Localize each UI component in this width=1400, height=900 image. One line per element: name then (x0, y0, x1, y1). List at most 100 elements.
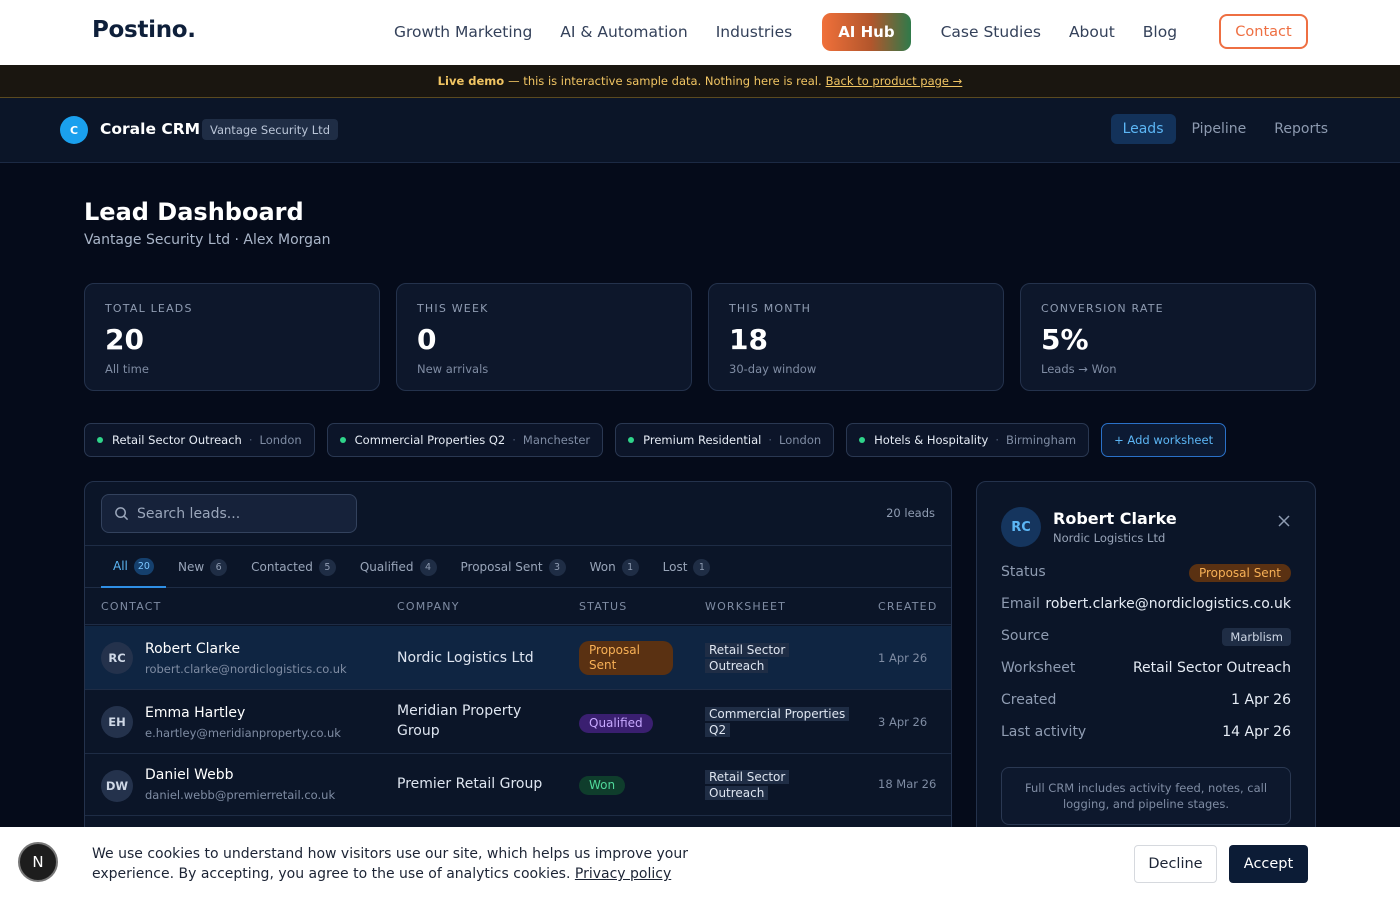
filter-label: Won (589, 560, 616, 574)
back-to-product-link[interactable]: Back to product page → (826, 74, 963, 88)
worksheet-chip-hotels[interactable]: Hotels & Hospitality · Birmingham (846, 423, 1090, 457)
col-company[interactable]: COMPANY (397, 600, 460, 613)
source-tag: Marblism (1222, 628, 1291, 646)
worksheet-name: Commercial Properties Q2 (354, 433, 506, 447)
worksheet-line: Commercial Properties (705, 707, 850, 721)
status-badge: Won (579, 776, 626, 795)
upgrade-note: Full CRM includes activity feed, notes, … (1001, 767, 1291, 825)
detail-row-worksheet: Worksheet Retail Sector Outreach (1001, 660, 1291, 680)
tab-leads[interactable]: Leads (1110, 114, 1176, 144)
org-tag: Vantage Security Ltd (202, 119, 338, 140)
filter-count: 6 (210, 558, 228, 576)
stat-note: All time (105, 362, 149, 376)
active-dot-icon (97, 437, 103, 443)
nav-case-studies[interactable]: Case Studies (941, 23, 1041, 41)
detail-row-email: Email robert.clarke@nordiclogistics.co.u… (1001, 596, 1291, 616)
worksheet-chip-retail[interactable]: Retail Sector Outreach · London (84, 423, 315, 457)
avatar: RC (101, 642, 133, 674)
stat-card-this-week: THIS WEEK 0 New arrivals (396, 283, 692, 391)
detail-key: Status (1001, 564, 1046, 580)
company-line: Group (397, 723, 440, 739)
nav-ai-hub-button[interactable]: AI Hub (822, 13, 911, 51)
worksheet-name: Retail Sector Outreach (112, 433, 242, 447)
nav-industries[interactable]: Industries (716, 23, 793, 41)
worksheet-chip-commercial[interactable]: Commercial Properties Q2 · Manchester (326, 423, 604, 457)
page-title: Lead Dashboard (84, 198, 304, 226)
worksheet-tag: Retail Sector Outreach (705, 642, 790, 674)
filter-label: Lost (662, 560, 688, 574)
table-row[interactable]: EH Emma Hartley e.hartley@meridianproper… (85, 690, 951, 754)
col-status[interactable]: STATUS (579, 600, 627, 613)
privacy-policy-link[interactable]: Privacy policy (575, 866, 671, 882)
close-icon[interactable] (1277, 514, 1291, 528)
detail-row-status: Status Proposal Sent (1001, 564, 1291, 584)
n-logo-icon[interactable]: N (18, 842, 58, 882)
tab-reports[interactable]: Reports (1262, 114, 1340, 144)
active-dot-icon (339, 437, 346, 443)
filter-label: Qualified (359, 560, 414, 574)
table-row[interactable]: RC Robert Clarke robert.clarke@nordiclog… (85, 626, 951, 690)
company-line: Nordic Logistics Ltd (397, 650, 534, 666)
stat-value: 0 (417, 323, 437, 356)
filter-tab-contacted[interactable]: Contacted 5 (239, 546, 348, 588)
filter-tab-won[interactable]: Won 1 (578, 546, 651, 588)
contact-button[interactable]: Contact (1219, 14, 1308, 49)
decline-button[interactable]: Decline (1134, 845, 1217, 883)
filter-tab-lost[interactable]: Lost 1 (651, 546, 723, 588)
filter-tab-new[interactable]: New 6 (166, 546, 239, 588)
nav-about[interactable]: About (1069, 23, 1115, 41)
nav-blog[interactable]: Blog (1143, 23, 1177, 41)
stat-card-this-month: THIS MONTH 18 30-day window (708, 283, 1004, 391)
accept-button[interactable]: Accept (1229, 845, 1308, 883)
separator-dot: · (995, 433, 999, 447)
col-contact[interactable]: CONTACT (101, 600, 162, 613)
detail-value: 14 Apr 26 (1222, 724, 1291, 740)
filter-label: Proposal Sent (460, 560, 543, 574)
crm-name: Corale CRM (100, 120, 201, 138)
col-worksheet[interactable]: WORKSHEET (705, 600, 786, 613)
worksheet-line: Q2 (705, 723, 731, 737)
add-worksheet-button[interactable]: + Add worksheet (1101, 423, 1227, 457)
stat-label: TOTAL LEADS (105, 302, 193, 315)
nav-ai-automation[interactable]: AI & Automation (560, 23, 687, 41)
stat-card-total-leads: TOTAL LEADS 20 All time (84, 283, 380, 391)
stat-value: 5% (1041, 323, 1089, 356)
filter-count: 1 (621, 558, 639, 576)
separator-dot: · (512, 433, 516, 447)
detail-email-link[interactable]: robert.clarke@nordiclogistics.co.uk (1045, 596, 1291, 612)
contact-name: Robert Clarke (145, 641, 241, 657)
search-box (101, 494, 357, 533)
col-created[interactable]: CREATED (878, 600, 938, 613)
status-badge: Proposal Sent (579, 641, 673, 675)
detail-key: Created (1001, 692, 1057, 708)
stat-value: 18 (729, 323, 768, 356)
company-line: Premier Retail Group (397, 776, 543, 792)
worksheet-location: London (259, 433, 302, 447)
worksheet-line: Retail Sector (705, 643, 790, 657)
active-dot-icon (859, 437, 866, 443)
detail-value: Retail Sector Outreach (1132, 660, 1291, 676)
company-name: Premier Retail Group (397, 774, 542, 794)
tab-pipeline[interactable]: Pipeline (1180, 114, 1259, 144)
filter-count: 5 (318, 558, 336, 576)
nav-growth-marketing[interactable]: Growth Marketing (394, 23, 532, 41)
filter-tab-proposal-sent[interactable]: Proposal Sent 3 (449, 546, 578, 588)
table-row[interactable]: DW Daniel Webb daniel.webb@premierretail… (85, 754, 951, 816)
site-logo[interactable]: Postino. (92, 17, 196, 43)
filter-tab-all[interactable]: All 20 (101, 546, 166, 588)
detail-value: 1 Apr 26 (1231, 692, 1291, 708)
filter-tab-qualified[interactable]: Qualified 4 (348, 546, 449, 588)
page-subtitle: Vantage Security Ltd · Alex Morgan (84, 232, 331, 248)
avatar: EH (101, 706, 133, 738)
detail-avatar: RC (1001, 507, 1041, 547)
filter-count: 20 (133, 557, 154, 575)
active-dot-icon (628, 437, 635, 443)
status-badge: Proposal Sent (1188, 564, 1291, 582)
search-input[interactable] (137, 505, 337, 522)
status-line: Sent (589, 658, 617, 672)
worksheet-location: London (778, 433, 822, 447)
detail-key: Last activity (1001, 724, 1087, 740)
demo-banner: Live demo — this is interactive sample d… (0, 65, 1400, 98)
worksheet-chip-residential[interactable]: Premium Residential · London (615, 423, 835, 457)
detail-row-created: Created 1 Apr 26 (1001, 692, 1291, 712)
